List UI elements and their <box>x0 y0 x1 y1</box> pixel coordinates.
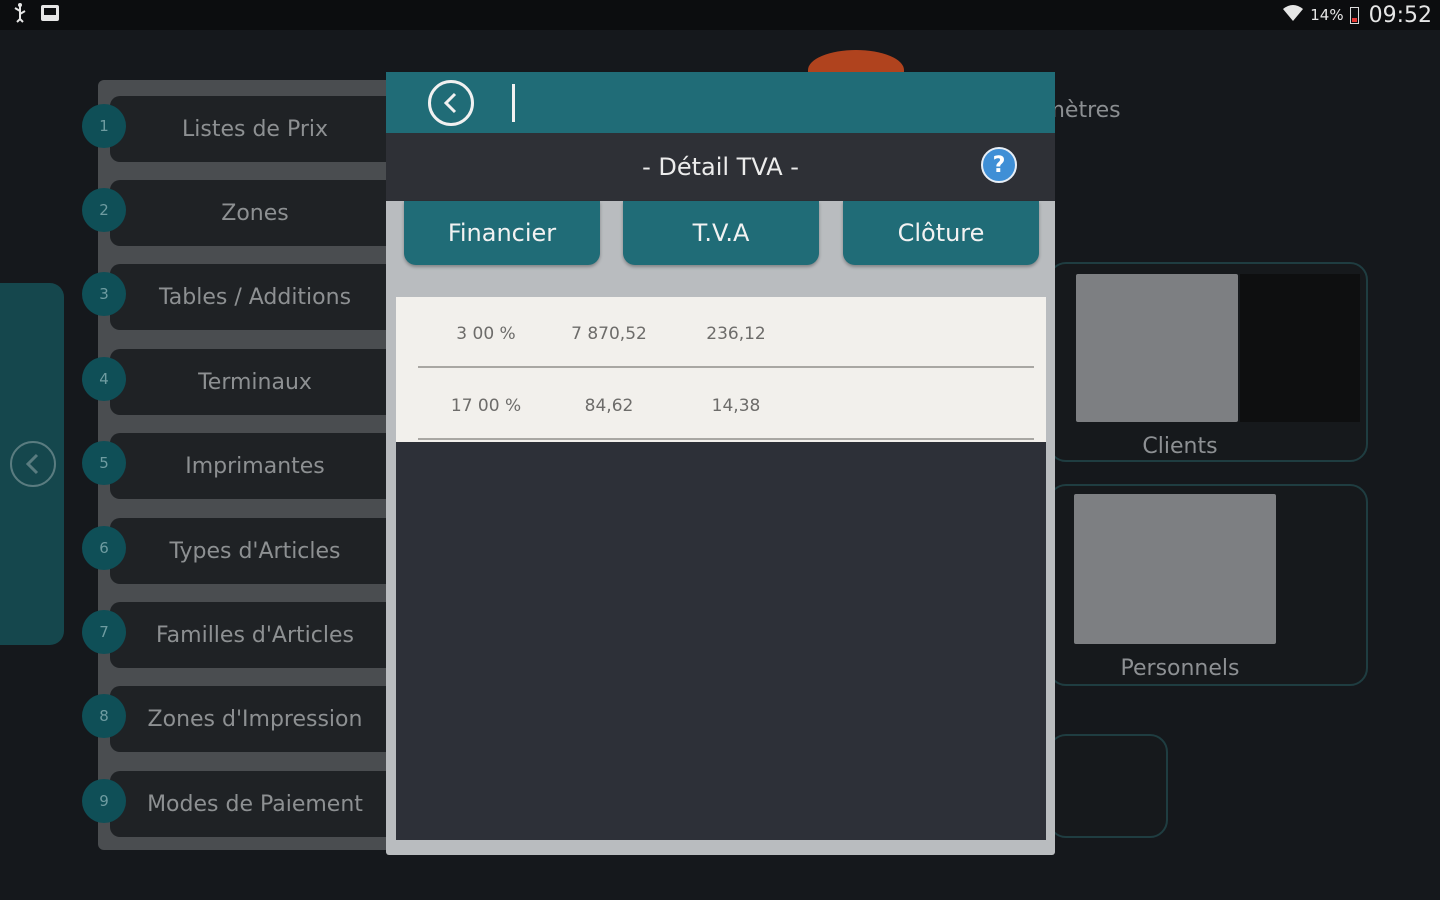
bg-card-label: Personnels <box>1120 656 1240 681</box>
help-button[interactable]: ? <box>981 147 1017 183</box>
clock: 09:52 <box>1368 2 1432 28</box>
bg-card-personnels[interactable]: Personnels <box>1048 484 1368 686</box>
chevron-left-icon <box>443 92 457 113</box>
bg-card-thumbnail <box>1076 274 1238 422</box>
wifi-icon <box>1282 3 1304 27</box>
bg-menu-number: 4 <box>82 357 126 401</box>
text-cursor <box>512 83 515 122</box>
vat-rate: 3 00 % <box>456 324 516 344</box>
dialog-titlebar: - Détail TVA - ? <box>386 133 1055 201</box>
row-divider <box>418 366 1034 368</box>
vat-amount: 236,12 <box>706 324 766 344</box>
bg-back-button[interactable] <box>10 441 56 487</box>
bg-menu-number: 8 <box>82 694 126 738</box>
vat-amount: 14,38 <box>711 396 761 416</box>
tab-cloture[interactable]: Clôture <box>843 201 1039 265</box>
image-notification-icon <box>40 3 60 27</box>
battery-icon <box>1349 6 1359 24</box>
bg-card-thumbnail <box>1074 494 1276 644</box>
bg-menu-number: 2 <box>82 188 126 232</box>
bg-menu-item[interactable]: Listes de Prix <box>110 96 400 162</box>
bg-menu-number: 5 <box>82 441 126 485</box>
bg-menu-item[interactable]: Familles d'Articles <box>110 602 400 668</box>
bg-menu-number: 1 <box>82 104 126 148</box>
row-divider <box>418 438 1034 440</box>
bg-menu-number: 6 <box>82 526 126 570</box>
back-button[interactable] <box>428 79 474 126</box>
vat-detail-dialog: - Détail TVA - ? Financier T.V.A Clôture… <box>386 72 1055 855</box>
bg-menu-item[interactable]: Zones d'Impression <box>110 686 400 752</box>
table-row[interactable]: 3 00 % 7 870,52 236,12 <box>396 299 1046 369</box>
bg-menu-item[interactable]: Types d'Articles <box>110 518 400 584</box>
battery-percent: 14% <box>1310 6 1344 24</box>
dialog-content: 3 00 % 7 870,52 236,12 17 00 % 84,62 14,… <box>396 297 1046 840</box>
dialog-title: - Détail TVA - <box>642 153 799 181</box>
tab-tva[interactable]: T.V.A <box>623 201 819 265</box>
status-bar: 14% 09:52 <box>0 0 1440 30</box>
dialog-header <box>386 72 1055 133</box>
vat-base: 7 870,52 <box>571 324 647 344</box>
bg-menu-item[interactable]: Zones <box>110 180 400 246</box>
bg-card-label: Clients <box>1142 434 1218 459</box>
bg-menu-number: 3 <box>82 272 126 316</box>
bg-menu-item[interactable]: Modes de Paiement <box>110 771 400 837</box>
table-row[interactable]: 17 00 % 84,62 14,38 <box>396 371 1046 441</box>
vat-base: 84,62 <box>584 396 634 416</box>
bg-card-clients[interactable]: Clients <box>1048 262 1368 462</box>
bg-menu-number: 7 <box>82 610 126 654</box>
bg-menu-item[interactable]: Imprimantes <box>110 433 400 499</box>
bg-menu-item[interactable]: Tables / Additions <box>110 264 400 330</box>
bg-menu-item[interactable]: Terminaux <box>110 349 400 415</box>
vat-rate: 17 00 % <box>450 396 522 416</box>
vat-table: 3 00 % 7 870,52 236,12 17 00 % 84,62 14,… <box>396 297 1046 442</box>
bg-card[interactable] <box>1048 734 1168 838</box>
bg-card-thumbnail-dark <box>1240 274 1360 422</box>
tab-financier[interactable]: Financier <box>404 201 600 265</box>
bg-menu-number: 9 <box>82 779 126 823</box>
usb-icon <box>12 3 28 27</box>
